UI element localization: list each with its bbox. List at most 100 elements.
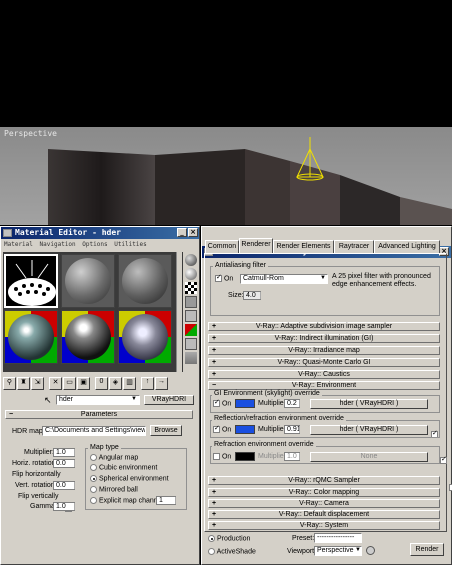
gamma-spinner[interactable]: 1.0: [53, 502, 80, 511]
refl-on-checkbox[interactable]: [213, 424, 220, 433]
map-type-cubic[interactable]: Cubic environment: [90, 464, 157, 471]
refr-multiplier-spinner[interactable]: 1.0: [284, 452, 305, 461]
pick-material-icon[interactable]: ↖: [44, 395, 52, 406]
refr-color-swatch[interactable]: [235, 452, 255, 461]
material-editor-titlebar[interactable]: Material Editor - hder _ ×: [1, 227, 199, 239]
multiplier-spinner[interactable]: 1.0: [53, 448, 80, 457]
refr-on-toggle[interactable]: On: [213, 453, 231, 460]
explicit-channel-spinner[interactable]: 1: [156, 496, 181, 505]
activeshade-option[interactable]: ActiveShade: [208, 548, 256, 555]
tab-common[interactable]: Common: [205, 240, 239, 253]
parameters-rollout[interactable]: − Parameters: [5, 410, 193, 419]
material-id-icon[interactable]: 0: [95, 377, 108, 390]
gi-multiplier-spinner[interactable]: 0.2: [284, 399, 305, 408]
aa-on-toggle[interactable]: On: [215, 273, 233, 282]
sample-slot-5[interactable]: [61, 310, 115, 364]
material-type-button[interactable]: VRayHDRI: [144, 395, 194, 405]
options-icon[interactable]: [185, 338, 197, 350]
put-to-scene-icon[interactable]: ♜: [17, 377, 30, 390]
sample-slots-scrollbar[interactable]: [176, 252, 182, 372]
viewport-dropdown-icon[interactable]: ▼: [355, 547, 361, 553]
filter-dropdown-icon[interactable]: ▼: [320, 275, 326, 281]
rollout-environment[interactable]: − V-Ray:: Environment: [208, 381, 440, 390]
tab-advanced-lighting[interactable]: Advanced Lighting: [374, 240, 440, 253]
show-map-icon[interactable]: ◈: [109, 377, 122, 390]
make-preview-icon[interactable]: [185, 324, 197, 336]
menu-material[interactable]: Material: [4, 241, 33, 248]
refl-map-checkbox[interactable]: [439, 455, 447, 465]
horiz-rotation-spinner[interactable]: 0.0: [53, 459, 80, 468]
refl-on-toggle[interactable]: On: [213, 424, 231, 433]
refl-color-swatch[interactable]: [235, 425, 255, 434]
refr-map-button[interactable]: None: [310, 452, 428, 462]
sample-type-icon[interactable]: [185, 254, 197, 266]
rollout-indirect-illumination[interactable]: + V-Ray:: Indirect illumination (GI): [208, 334, 440, 343]
gi-color-swatch[interactable]: [235, 399, 255, 408]
map-type-mirrored-ball[interactable]: Mirrored ball: [90, 486, 138, 493]
assign-material-icon[interactable]: ⇲: [31, 377, 44, 390]
map-type-angular[interactable]: Angular map: [90, 454, 138, 461]
map-type-spherical[interactable]: Spherical environment: [90, 475, 169, 482]
vert-rotation-spinner[interactable]: 0.0: [53, 481, 80, 490]
production-option[interactable]: Production: [208, 535, 250, 542]
rollout-rqmc-sampler[interactable]: + V-Ray:: rQMC Sampler: [208, 476, 440, 485]
activeshade-radio[interactable]: [208, 548, 215, 555]
sample-slot-4[interactable]: [4, 310, 58, 364]
close-button[interactable]: ×: [188, 228, 198, 237]
show-end-result-icon[interactable]: ▥: [123, 377, 136, 390]
angular-radio[interactable]: [90, 454, 97, 461]
refr-on-checkbox[interactable]: [213, 453, 220, 460]
gi-map-button[interactable]: hder ( VRayHDRI ): [310, 399, 428, 409]
sample-slot-2[interactable]: [61, 254, 115, 308]
size-spinner[interactable]: 4.0: [243, 291, 266, 300]
reset-map-icon[interactable]: ✕: [49, 377, 62, 390]
tab-raytracer[interactable]: Raytracer: [334, 240, 374, 253]
refl-multiplier-spinner[interactable]: 0.91: [284, 425, 305, 434]
sample-slot-1-active[interactable]: [4, 254, 58, 308]
go-to-parent-icon[interactable]: ↑: [141, 377, 154, 390]
preset-select[interactable]: ----------------: [314, 533, 362, 543]
rollout-adaptive-subdivision[interactable]: + V-Ray:: Adaptive subdivision image samp…: [208, 322, 440, 331]
make-unique-icon[interactable]: ▭: [63, 377, 76, 390]
material-name-field[interactable]: hder: [56, 395, 140, 405]
sample-slot-6[interactable]: [118, 310, 172, 364]
gi-on-checkbox[interactable]: [213, 398, 220, 407]
put-to-library-icon[interactable]: ▣: [77, 377, 90, 390]
go-forward-sibling-icon[interactable]: →: [155, 377, 168, 390]
hdr-map-path-field[interactable]: C:\Documents and Settings\view\桌面: [42, 426, 146, 436]
get-material-icon[interactable]: ⚲: [3, 377, 16, 390]
minimize-button[interactable]: _: [177, 228, 187, 237]
select-by-material-icon[interactable]: [185, 352, 197, 364]
rollout-camera[interactable]: + V-Ray:: Camera: [208, 499, 440, 508]
explicit-channel-radio[interactable]: [90, 497, 97, 504]
production-radio[interactable]: [208, 535, 215, 542]
refl-map-button[interactable]: hder ( VRayHDRI ): [310, 425, 428, 435]
browse-button[interactable]: Browse: [150, 425, 182, 436]
rollout-irradiance-map[interactable]: + V-Ray:: Irradiance map: [208, 346, 440, 355]
video-color-check-icon[interactable]: [185, 310, 197, 322]
menu-utilities[interactable]: Utilities: [114, 241, 147, 248]
sample-slot-3[interactable]: [118, 254, 172, 308]
tab-render-elements[interactable]: Render Elements: [273, 240, 334, 253]
rollout-system[interactable]: + V-Ray:: System: [208, 521, 440, 530]
tab-renderer[interactable]: Renderer: [239, 238, 273, 253]
lock-viewport-icon[interactable]: [366, 546, 375, 555]
cubic-radio[interactable]: [90, 464, 97, 471]
material-name-dropdown-icon[interactable]: ▼: [131, 396, 137, 402]
map-type-explicit-channel[interactable]: Explicit map channel: [90, 497, 163, 504]
rollout-color-mapping[interactable]: + V-Ray:: Color mapping: [208, 488, 440, 497]
background-checker-icon[interactable]: [185, 282, 197, 294]
mirrored-ball-radio[interactable]: [90, 486, 97, 493]
spherical-radio[interactable]: [90, 475, 97, 482]
backlight-icon[interactable]: [185, 268, 197, 280]
render-button[interactable]: Render: [410, 543, 444, 556]
rollout-quasi-monte-carlo[interactable]: + V-Ray:: Quasi-Monte Carlo GI: [208, 358, 440, 367]
gi-on-toggle[interactable]: On: [213, 398, 231, 407]
rollout-caustics[interactable]: + V-Ray:: Caustics: [208, 370, 440, 379]
menu-options[interactable]: Options: [82, 241, 107, 248]
aa-on-checkbox[interactable]: [215, 273, 222, 282]
menu-navigation[interactable]: Navigation: [40, 241, 76, 248]
filter-select[interactable]: Catmull-Rom: [240, 274, 328, 284]
rollout-default-displacement[interactable]: + V-Ray:: Default displacement: [208, 510, 440, 519]
uv-tiling-icon[interactable]: [185, 296, 197, 308]
